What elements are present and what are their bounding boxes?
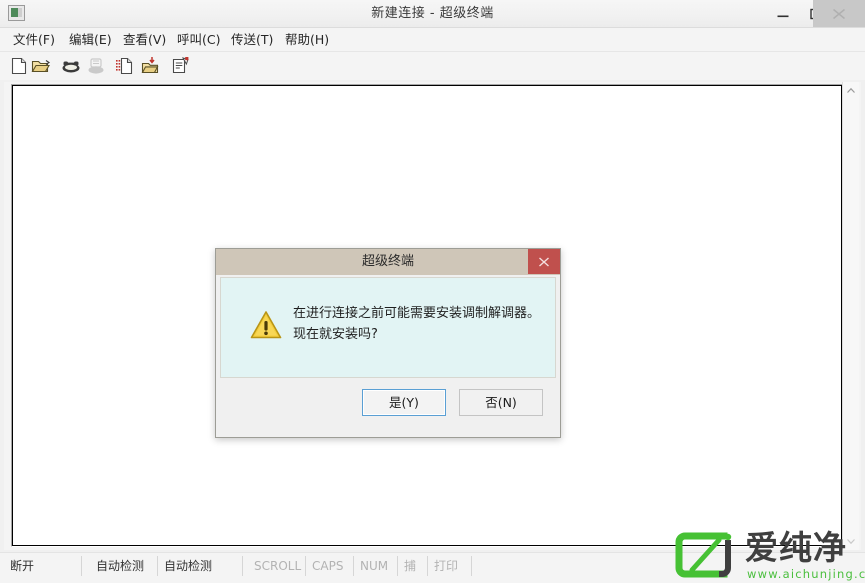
minimize-icon <box>777 15 788 17</box>
minimize-button[interactable] <box>766 0 799 27</box>
phone-hangup-icon <box>88 58 104 74</box>
send-file-button[interactable] <box>114 55 136 77</box>
window-title: 新建连接 - 超级终端 <box>371 6 494 21</box>
phone-call-icon <box>62 61 80 73</box>
properties-button[interactable] <box>169 55 191 77</box>
modem-install-dialog: 超级终端 在进行连接之前可能需要安装调制解调器。 现在就安装吗? 是(Y) 否(… <box>215 248 561 438</box>
menu-help[interactable]: 帮助(H) <box>280 30 334 50</box>
dialog-title: 超级终端 <box>361 254 414 269</box>
scroll-down-arrow-icon <box>847 539 855 545</box>
dialog-body: 在进行连接之前可能需要安装调制解调器。 现在就安装吗? <box>220 277 556 378</box>
dialog-yes-button[interactable]: 是(Y) <box>362 389 446 416</box>
status-detect-2: 自动检测 <box>158 556 243 576</box>
dialog-close-button[interactable] <box>528 249 560 274</box>
toolbar <box>0 52 865 80</box>
menu-transfer[interactable]: 传送(T) <box>226 30 278 50</box>
dialog-message-line-2: 现在就安装吗? <box>293 327 378 342</box>
dialog-message: 在进行连接之前可能需要安装调制解调器。 现在就安装吗? <box>293 303 545 345</box>
new-document-icon <box>11 57 27 75</box>
status-bar: 断开 自动检测 自动检测 SCROLL CAPS NUM 捕 打印 <box>0 552 865 583</box>
disconnect-button[interactable] <box>85 55 107 77</box>
properties-icon <box>172 57 189 74</box>
new-connection-button[interactable] <box>8 55 30 77</box>
call-button[interactable] <box>60 55 82 77</box>
terminal-vertical-scrollbar[interactable] <box>842 82 859 550</box>
send-file-icon <box>116 57 133 75</box>
menu-file[interactable]: 文件(F) <box>8 30 60 50</box>
open-folder-icon <box>31 60 50 73</box>
status-detect-1: 自动检测 <box>90 556 158 576</box>
dialog-footer: 是(Y) 否(N) <box>220 378 556 433</box>
menu-call[interactable]: 呼叫(C) <box>172 30 225 50</box>
menu-bar: 文件(F) 编辑(E) 查看(V) 呼叫(C) 传送(T) 帮助(H) <box>0 28 865 52</box>
status-scroll-lock: SCROLL <box>248 556 306 576</box>
receive-file-icon <box>141 57 159 74</box>
title-bar: 新建连接 - 超级终端 <box>0 0 865 28</box>
status-print: 打印 <box>428 556 472 576</box>
dialog-title-bar: 超级终端 <box>216 249 560 275</box>
status-num-lock: NUM <box>354 556 398 576</box>
close-button[interactable] <box>813 0 865 27</box>
status-connection-state: 断开 <box>4 556 82 576</box>
menu-view[interactable]: 查看(V) <box>118 30 171 50</box>
menu-edit[interactable]: 编辑(E) <box>64 30 117 50</box>
scroll-down-button[interactable] <box>843 533 859 549</box>
dialog-close-icon <box>539 256 549 267</box>
close-icon <box>833 8 845 19</box>
dialog-message-line-1: 在进行连接之前可能需要安装调制解调器。 <box>293 306 541 321</box>
open-connection-button[interactable] <box>30 55 52 77</box>
status-caps-lock: CAPS <box>306 556 354 576</box>
status-capture: 捕 <box>398 556 428 576</box>
hyperterminal-window: 新建连接 - 超级终端 文件(F) 编辑(E) 查看(V) 呼叫(C) 传送(T… <box>0 0 865 583</box>
receive-file-button[interactable] <box>139 55 161 77</box>
scroll-up-button[interactable] <box>843 83 859 99</box>
warning-triangle-icon <box>250 311 282 339</box>
dialog-no-button[interactable]: 否(N) <box>459 389 543 416</box>
scroll-up-arrow-icon <box>847 87 855 93</box>
